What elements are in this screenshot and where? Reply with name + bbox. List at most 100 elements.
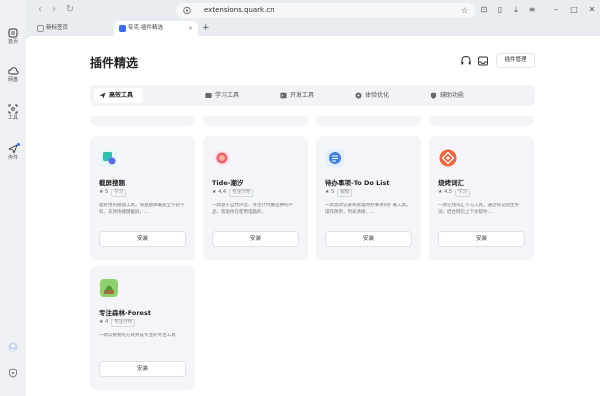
- lock-icon: [183, 6, 191, 15]
- vocabulary-icon: [439, 149, 457, 167]
- extension-meta: ★ 5 学习: [99, 189, 127, 197]
- headset-icon[interactable]: [459, 54, 473, 68]
- rail-label: 传件: [7, 155, 18, 161]
- category-tab-experience[interactable]: 体验优化: [355, 88, 389, 103]
- chevron-right-icon: ›: [52, 4, 56, 15]
- star-icon: ★: [99, 319, 104, 325]
- todo-list-icon: [326, 149, 344, 167]
- star-icon[interactable]: ☆: [461, 3, 468, 18]
- rail-cloud[interactable]: 网盘: [0, 66, 26, 84]
- star-icon: ★: [212, 189, 217, 195]
- send-icon: [99, 92, 106, 99]
- panel-icon: ▯: [497, 5, 503, 14]
- tab-extensions[interactable]: 夸克-插件精选 ×: [114, 21, 198, 36]
- category-label: 高效工具: [109, 92, 134, 99]
- extension-name: 烧烤词汇: [438, 179, 464, 187]
- extension-rating: 5: [331, 189, 335, 195]
- tab-new-tab[interactable]: 新标签页: [32, 21, 112, 36]
- extension-name: 待办事项-To Do List: [325, 179, 390, 187]
- extension-description: 超好用的搜题工具，海量题库覆盖全学段学科，支持快捷键截屏，…: [99, 203, 185, 215]
- rail-send[interactable]: 传件: [0, 143, 26, 162]
- manage-extensions-button[interactable]: 插件管理: [496, 53, 535, 68]
- extension-rating: 4: [105, 319, 109, 325]
- reload-icon: ↻: [65, 4, 75, 15]
- menu-icon: ≡: [528, 5, 536, 14]
- download-button[interactable]: ⤓: [510, 4, 522, 16]
- book-icon: [205, 93, 212, 98]
- category-tab-study[interactable]: 学习工具: [205, 88, 239, 103]
- scan-icon: [8, 104, 18, 114]
- minimize-button[interactable]: –: [550, 4, 562, 16]
- extension-tag: 学习: [455, 189, 471, 197]
- extension-tag: 学习: [111, 189, 127, 197]
- extension-tag: 专注计时: [111, 319, 136, 327]
- home-icon: [8, 28, 18, 38]
- maximize-icon: □: [570, 5, 578, 14]
- notification-dot: [17, 143, 20, 146]
- avatar[interactable]: [0, 342, 26, 352]
- rail-label: 网盘: [7, 77, 18, 83]
- extension-meta: ★ 4.4 专注计时: [212, 189, 254, 197]
- card-stub: [316, 116, 421, 126]
- extension-card[interactable]: Tide-潮汐 ★ 4.4 专注计时 一款基于自然声音、专注计时番茄钟的产品，帮助…: [203, 136, 308, 260]
- extension-rating: 4.5: [444, 189, 453, 195]
- category-tab-efficiency[interactable]: 高效工具: [94, 88, 144, 103]
- back-button[interactable]: ‹: [34, 4, 46, 16]
- extension-card[interactable]: 待办事项-To Do List ★ 5 规划 一款高效记录和管理待办事项的扩展工具…: [316, 136, 421, 260]
- left-rail: 首页 网盘 工具 传件: [0, 0, 26, 396]
- star-icon: ★: [99, 189, 104, 195]
- maximize-button[interactable]: □: [568, 4, 580, 16]
- category-tab-accessibility[interactable]: 辅助功能: [430, 88, 464, 103]
- new-tab-button[interactable]: +: [202, 21, 210, 36]
- screenshot-search-icon: [100, 149, 118, 167]
- rail-tools[interactable]: 工具: [0, 104, 26, 122]
- install-button[interactable]: 安装: [325, 231, 412, 247]
- card-stub: [429, 116, 534, 126]
- install-button[interactable]: 安装: [99, 361, 186, 377]
- extension-description: 一款在线词汇学习工具，通过标记陌生单词，结合网页上下文帮你…: [438, 203, 519, 215]
- plus-icon: +: [202, 23, 210, 33]
- minimize-icon: –: [554, 5, 558, 14]
- extension-meta: ★ 4 专注计时: [99, 319, 136, 327]
- install-button[interactable]: 安装: [99, 231, 186, 247]
- extension-meta: ★ 4.5 学习: [438, 189, 471, 197]
- category-bar: 高效工具 学习工具 开发工具 体验优化 辅助功能: [90, 85, 535, 106]
- page-title: 插件精选: [90, 56, 139, 70]
- category-tab-dev[interactable]: 开发工具: [280, 88, 314, 103]
- close-icon: ✕: [588, 5, 596, 14]
- translate-button[interactable]: ⊡: [478, 4, 490, 16]
- address-bar[interactable]: extensions.quark.cn ☆: [176, 3, 476, 18]
- star-icon: ★: [438, 189, 443, 195]
- extension-card[interactable]: 截屏搜题 ★ 5 学习 超好用的搜题工具，海量题库覆盖全学段学科，支持快捷键截屏，…: [90, 136, 195, 260]
- category-label: 体验优化: [365, 92, 390, 99]
- inbox-icon[interactable]: [476, 54, 490, 68]
- close-window-button[interactable]: ✕: [586, 4, 598, 16]
- terminal-icon: [280, 92, 287, 99]
- shield-button[interactable]: [0, 368, 26, 378]
- reload-button[interactable]: ↻: [64, 4, 76, 16]
- install-button[interactable]: 安装: [438, 231, 525, 247]
- tab-bar: 新标签页 夸克-插件精选 × +: [26, 21, 600, 36]
- address-url: extensions.quark.cn: [204, 6, 275, 14]
- rail-home[interactable]: 首页: [0, 28, 26, 46]
- quark-icon: [119, 25, 126, 32]
- tide-icon: [214, 150, 230, 166]
- extension-description: 一款以植物的方式养成专注的专注工具: [99, 333, 176, 338]
- category-label: 开发工具: [290, 92, 315, 99]
- tab-close-icon[interactable]: ×: [188, 21, 193, 36]
- star-icon: ★: [325, 189, 330, 195]
- forest-icon: [100, 279, 118, 297]
- rail-label: 工具: [7, 115, 18, 121]
- card-stub: [90, 116, 195, 126]
- menu-button[interactable]: ≡: [526, 4, 538, 16]
- tab-label: 夸克-插件精选: [128, 25, 163, 31]
- rail-label: 首页: [7, 39, 18, 45]
- forward-button[interactable]: ›: [48, 4, 60, 16]
- download-icon: ⤓: [514, 5, 518, 14]
- sidebar-toggle-button[interactable]: ▯: [494, 4, 506, 16]
- extension-name: Tide-潮汐: [212, 179, 244, 187]
- extension-card[interactable]: 专注森林-Forest ★ 4 专注计时 一款以植物的方式养成专注的专注工具 安装: [90, 266, 195, 390]
- shield-icon: [9, 368, 17, 378]
- extension-card[interactable]: 烧烤词汇 ★ 4.5 学习 一款在线词汇学习工具，通过标记陌生单词，结合网页上下文…: [429, 136, 534, 260]
- install-button[interactable]: 安装: [212, 231, 299, 247]
